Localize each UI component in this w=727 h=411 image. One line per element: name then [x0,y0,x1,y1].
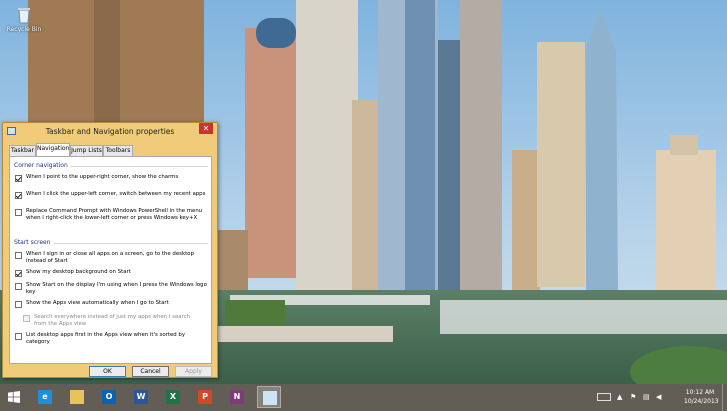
charms-label: When I point to the upper-right corner, … [26,174,179,180]
tab-jump-lists[interactable]: Jump Lists [70,145,103,156]
charms-checkbox[interactable] [15,175,22,182]
up-arrow-icon[interactable]: ▲ [617,393,627,401]
option-search-everywhere: Search everywhere instead of just my app… [23,314,203,328]
search-everywhere-checkbox[interactable] [23,315,30,322]
show-desktop-button[interactable] [722,384,727,411]
desktop-background-checkbox[interactable] [15,270,22,277]
recycle-bin-label: Recycle Bin [6,26,42,33]
recycle-bin-icon [18,8,30,24]
taskbar-properties-icon [263,391,277,405]
apply-button[interactable]: Apply [175,366,212,377]
taskbar-app-taskbar-properties[interactable] [257,386,281,408]
desktop-apps-first-label: List desktop apps first in the Apps view… [26,332,186,345]
go-to-desktop-checkbox[interactable] [15,252,22,259]
taskbar-app-onenote[interactable]: N [225,386,249,408]
option-go-to-desktop: When I sign in or close all apps on a sc… [15,251,207,265]
cancel-button[interactable]: Cancel [132,366,169,377]
option-desktop-background-on-start: Show my desktop background on Start [15,269,207,277]
taskbar-app-word[interactable]: W [129,386,153,408]
dialog-titlebar[interactable]: Taskbar and Navigation properties ✕ [3,123,217,140]
option-replace-command-prompt: Replace Command Prompt with Windows Powe… [15,208,207,222]
option-charms-upper-right: When I point to the upper-right corner, … [15,174,207,182]
navigation-tab-panel: Corner navigation When I point to the up… [9,156,212,364]
taskbar-app-internet-explorer[interactable]: e [33,386,57,408]
taskbar-app-powerpoint[interactable]: P [193,386,217,408]
option-show-start-on-display: Show Start on the display I'm using when… [15,282,207,296]
apps-view-checkbox[interactable] [15,301,22,308]
windows-logo-icon [8,391,20,403]
internet-explorer-icon: e [38,390,52,404]
volume-icon[interactable]: ◀ [656,393,666,401]
keyboard-icon[interactable] [597,393,611,401]
word-icon: W [134,390,148,404]
onenote-icon: N [230,390,244,404]
outlook-icon: O [102,390,116,404]
desktop-background-label: Show my desktop background on Start [26,269,131,275]
taskbar-app-excel[interactable]: X [161,386,185,408]
close-button[interactable]: ✕ [199,123,213,134]
clock-date: 10/24/2013 [684,398,719,405]
option-list-desktop-apps-first: List desktop apps first in the Apps view… [15,332,207,346]
recycle-bin[interactable]: Recycle Bin [6,6,42,33]
tab-navigation[interactable]: Navigation [36,143,70,156]
clock-time: 10:12 AM [685,389,715,396]
powershell-label: Replace Command Prompt with Windows Powe… [26,208,203,221]
tab-toolbars[interactable]: Toolbars [103,145,133,156]
dialog-title: Taskbar and Navigation properties [45,127,175,136]
ok-button[interactable]: OK [89,366,126,377]
show-start-display-checkbox[interactable] [15,283,22,290]
go-to-desktop-label: When I sign in or close all apps on a sc… [26,251,194,264]
corner-navigation-heading: Corner navigation [14,162,208,170]
start-screen-group: Start screen When I sign in or close all… [14,239,208,359]
powershell-checkbox[interactable] [15,209,22,216]
corner-navigation-group: Corner navigation When I point to the up… [14,162,208,232]
start-screen-heading: Start screen [14,239,208,247]
desktop-apps-first-checkbox[interactable] [15,333,22,340]
powerpoint-icon: P [198,390,212,404]
recent-apps-label: When I click the upper-left corner, swit… [26,191,206,197]
start-button[interactable] [2,386,26,408]
show-start-display-label: Show Start on the display I'm using when… [26,282,207,295]
apps-view-label: Show the Apps view automatically when I … [26,300,169,306]
recent-apps-checkbox[interactable] [15,192,22,199]
excel-icon: X [166,390,180,404]
network-icon[interactable]: ▤ [643,393,653,401]
taskbar: e O W X P N ▲ ⚑ ▤ ◀ 10:12 AM 10/24/2013 [0,384,727,411]
tab-taskbar[interactable]: Taskbar [9,145,36,156]
taskbar-navigation-properties-dialog: Taskbar and Navigation properties ✕ Task… [2,122,218,378]
search-everywhere-label: Search everywhere instead of just my app… [34,314,191,327]
taskbar-app-file-explorer[interactable] [65,386,89,408]
clock[interactable]: 10:12 AM 10/24/2013 [684,388,719,406]
option-apps-view-automatically: Show the Apps view automatically when I … [15,300,207,308]
taskbar-app-outlook[interactable]: O [97,386,121,408]
option-recent-apps-upper-left: When I click the upper-left corner, swit… [15,191,207,199]
flag-icon[interactable]: ⚑ [630,393,640,401]
file-explorer-icon [70,390,84,404]
